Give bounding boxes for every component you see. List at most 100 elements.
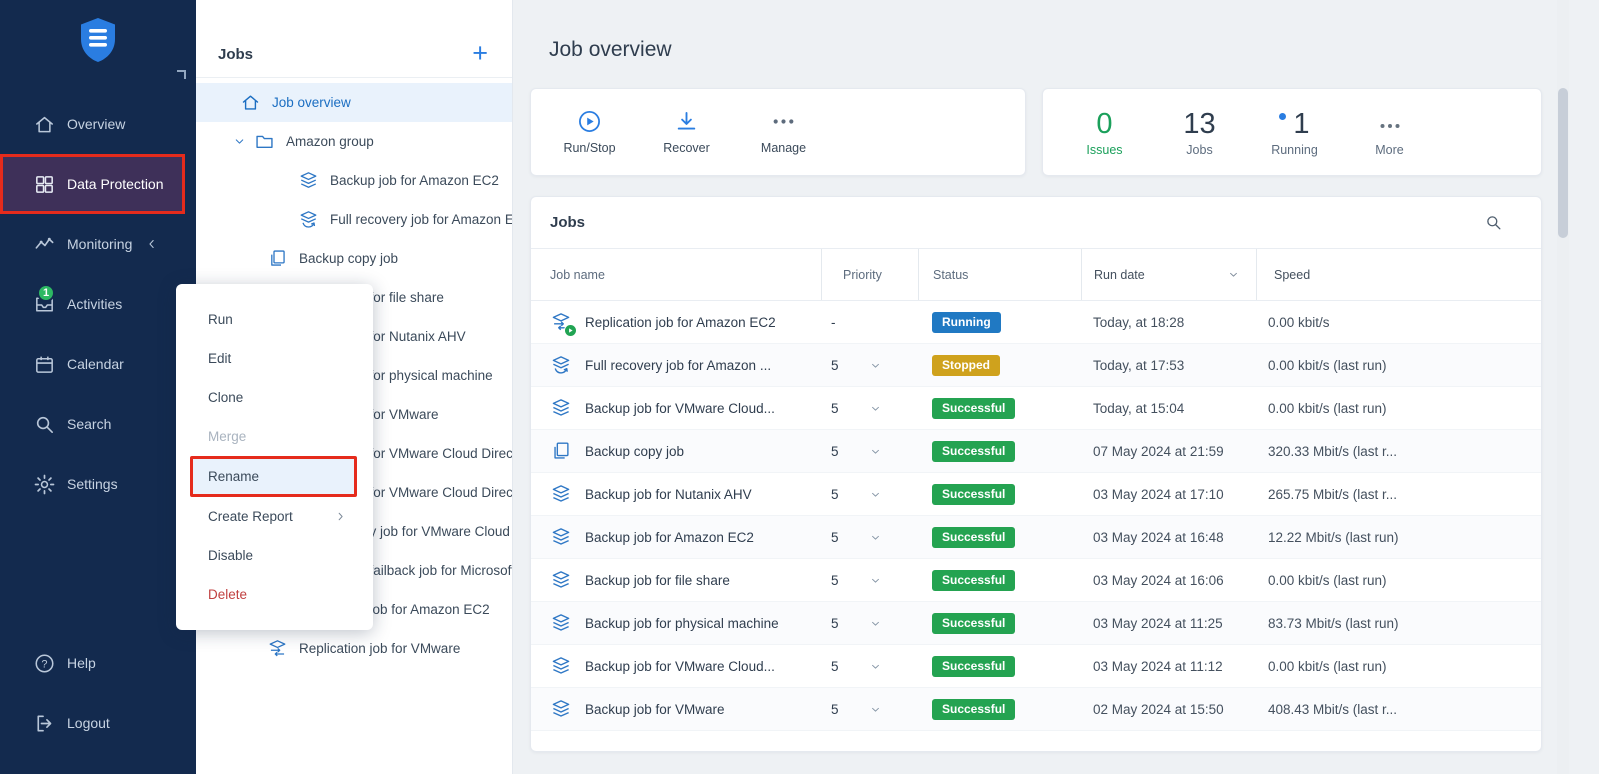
run-date-cell: 03 May 2024 at 17:10 [1081,473,1256,515]
caret-down-icon[interactable] [869,574,882,587]
run-date: 03 May 2024 at 11:25 [1093,616,1223,631]
caret-down-icon[interactable] [869,488,882,501]
table-row[interactable]: Backup job for VMware Cloud...5Successfu… [531,387,1541,430]
table-row[interactable]: Backup job for VMware Cloud...5Successfu… [531,645,1541,688]
caret-down-icon[interactable] [869,617,882,630]
table-row[interactable]: Full recovery job for Amazon ...5Stopped… [531,344,1541,387]
sidebar-item-monitoring[interactable]: Monitoring [0,214,196,274]
run-stop-button[interactable]: Run/Stop [541,109,638,155]
tree-item-amazon-group[interactable]: Amazon group [196,122,512,161]
sidebar-item-data-protection[interactable]: Data Protection [0,154,185,214]
app-logo[interactable] [76,16,120,64]
scrollbar-thumb[interactable] [1558,88,1568,238]
status-badge: Successful [932,570,1015,591]
tree-item-full-recovery-job-for-amazon-ec2[interactable]: Full recovery job for Amazon EC2 [196,200,512,239]
sidebar-collapse-mark[interactable] [177,70,186,79]
running-status-badge-icon [564,324,577,337]
priority-value: 5 [831,659,839,674]
run-date: 03 May 2024 at 16:48 [1093,530,1224,545]
tree-item-job-overview[interactable]: Job overview [196,83,512,122]
actions-card: Run/StopRecoverManage [530,88,1026,176]
context-menu-item-rename[interactable]: Rename [190,456,357,497]
sidebar-item-logout[interactable]: Logout [0,693,196,753]
job-icon-wrap [550,612,572,634]
job-name-cell: Backup job for Amazon EC2 [531,516,821,558]
speed: 265.75 Mbit/s (last r... [1268,487,1397,502]
table-row[interactable]: Backup job for Amazon EC25Successful03 M… [531,516,1541,559]
stat-jobs[interactable]: 13Jobs [1152,107,1247,157]
tree-item-label: Job overview [272,95,351,110]
priority-value: 5 [831,444,839,459]
table-row[interactable]: Backup job for Nutanix AHV5Successful03 … [531,473,1541,516]
table-row[interactable]: Backup job for file share5Successful03 M… [531,559,1541,602]
sidebar: OverviewData ProtectionMonitoringActivit… [0,0,196,774]
speed: 408.43 Mbit/s (last r... [1268,702,1397,717]
stat-label: Issues [1086,143,1122,157]
table-row[interactable]: Replication job for Amazon EC2-RunningTo… [531,301,1541,344]
column-header-priority[interactable]: Priority [821,249,918,300]
search-icon [33,413,56,436]
caret-down-icon[interactable] [869,402,882,415]
column-header-status[interactable]: Status [918,249,1081,300]
settings-icon [33,473,56,496]
tree-item-backup-job-for-amazon-ec2[interactable]: Backup job for Amazon EC2 [196,161,512,200]
sidebar-item-settings[interactable]: Settings [0,454,196,514]
job-icon-wrap [550,569,572,591]
status-badge: Successful [932,484,1015,505]
column-header-run-date[interactable]: Run date [1081,249,1256,300]
caret-down-icon[interactable] [869,531,882,544]
tree-item-label: Replication job for VMware [299,641,460,656]
tree-item-backup-copy-job[interactable]: Backup copy job [196,239,512,278]
job-name-cell: Backup job for VMware Cloud... [531,387,821,429]
context-menu-item-edit[interactable]: Edit [176,339,373,378]
stat-issues[interactable]: 0Issues [1057,107,1152,157]
tree-item-replication-job-for-vmware[interactable]: Replication job for VMware [196,629,512,668]
status-cell: Running [918,301,1081,343]
run-date-cell: Today, at 15:04 [1081,387,1256,429]
caret-down-icon[interactable] [869,359,882,372]
column-header-speed[interactable]: Speed [1256,249,1541,300]
speed: 0.00 kbit/s [1268,315,1330,330]
table-row[interactable]: Backup copy job5Successful07 May 2024 at… [531,430,1541,473]
priority-value: 5 [831,401,839,416]
job-name-cell: Backup copy job [531,430,821,472]
context-menu-item-run[interactable]: Run [176,300,373,339]
context-menu-item-clone[interactable]: Clone [176,378,373,417]
stat-running[interactable]: 1Running [1247,107,1342,157]
stat-more[interactable]: More [1342,107,1437,157]
job-name: Backup job for file share [585,573,730,588]
job-name-cell: Backup job for file share [531,559,821,601]
tree-item-label: Backup job for Amazon EC2 [330,173,499,188]
priority-value: 5 [831,358,839,373]
status-badge: Successful [932,441,1015,462]
search-icon[interactable] [1484,213,1503,232]
run-date: 03 May 2024 at 17:10 [1093,487,1224,502]
sidebar-item-search[interactable]: Search [0,394,196,454]
sidebar-item-help[interactable]: ?Help [0,633,196,693]
context-menu-item-disable[interactable]: Disable [176,536,373,575]
caret-down-icon[interactable] [869,703,882,716]
column-header-job-name[interactable]: Job name [531,249,821,300]
status-badge: Successful [932,656,1015,677]
run-date: 02 May 2024 at 15:50 [1093,702,1224,717]
context-menu-item-delete[interactable]: Delete [176,575,373,614]
chevron-down-icon [233,135,246,148]
menu-item-label: Disable [208,548,253,563]
context-menu-item-create-report[interactable]: Create Report [176,497,373,536]
caret-down-icon[interactable] [869,660,882,673]
table-row[interactable]: Backup job for VMware5Successful02 May 2… [531,688,1541,731]
run-date-cell: 03 May 2024 at 11:25 [1081,602,1256,644]
table-row[interactable]: Backup job for physical machine5Successf… [531,602,1541,645]
sidebar-item-calendar[interactable]: Calendar [0,334,196,394]
sidebar-item-label: Help [67,655,96,671]
manage-button[interactable]: Manage [735,109,832,155]
recover-button[interactable]: Recover [638,109,735,155]
run-date-cell: Today, at 17:53 [1081,344,1256,386]
add-job-button[interactable]: + [472,43,488,63]
caret-down-icon[interactable] [869,445,882,458]
sidebar-item-overview[interactable]: Overview [0,94,196,154]
speed: 0.00 kbit/s (last run) [1268,659,1387,674]
sidebar-item-activities[interactable]: Activities1 [0,274,196,334]
column-header-label: Job name [550,268,605,282]
run-date: Today, at 15:04 [1093,401,1184,416]
